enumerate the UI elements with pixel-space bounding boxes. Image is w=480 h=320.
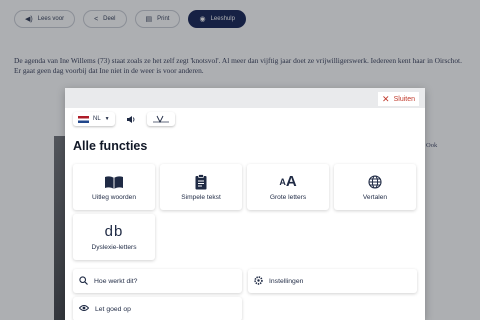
feature-label: Simpele tekst (181, 193, 221, 201)
eye-icon (78, 304, 90, 314)
close-label: Sluiten (393, 95, 415, 103)
pay-attention-button[interactable]: Let goed op (73, 297, 242, 320)
gear-icon (254, 275, 263, 287)
reading-aid-modal: ✕ Sluiten NL ▼ Alle functies Uitleg woor… (65, 88, 425, 320)
language-select[interactable]: NL ▼ (73, 112, 115, 126)
settings-button[interactable]: Instellingen (248, 269, 417, 293)
feature-label: Grote letters (269, 193, 307, 201)
font-size-icon: AA (279, 173, 297, 190)
globe-icon (368, 174, 382, 190)
modal-header-bar (65, 88, 425, 108)
modal-title: Alle functies (73, 139, 148, 153)
feature-label: Dyslexie-letters (91, 243, 137, 251)
feature-tile-simple-text[interactable]: Simpele tekst (160, 164, 242, 210)
pay-attention-label: Let goed op (95, 305, 131, 313)
close-button[interactable]: ✕ Sluiten (378, 92, 419, 106)
how-it-works-button[interactable]: Hoe werkt dit? (73, 269, 242, 293)
language-code: NL (93, 116, 101, 122)
feature-tile-dyslexia-letters[interactable]: db Dyslexie-letters (73, 214, 155, 260)
speaker-button[interactable] (120, 112, 141, 126)
speaker-icon (126, 115, 135, 123)
dyslexia-font-icon: db (104, 223, 124, 240)
language-toolbar: NL ▼ (73, 112, 175, 126)
feature-label: Vertalen (362, 193, 388, 201)
close-icon: ✕ (382, 93, 390, 104)
feature-tile-explain-words[interactable]: Uitleg woorden (73, 164, 155, 210)
settings-label: Instellingen (269, 277, 304, 285)
speed-icon (152, 115, 169, 123)
dyslexia-glyph: db (104, 223, 124, 240)
search-icon (79, 275, 88, 287)
how-it-works-label: Hoe werkt dit? (94, 277, 138, 285)
feature-label: Uitleg woorden (92, 193, 136, 201)
reading-speed-button[interactable] (146, 112, 175, 126)
feature-tile-large-letters[interactable]: AA Grote letters (247, 164, 329, 210)
feature-tile-translate[interactable]: Vertalen (334, 164, 416, 210)
chevron-down-icon: ▼ (104, 116, 110, 122)
clipboard-icon (195, 173, 207, 190)
dutch-flag-icon (78, 115, 89, 123)
book-icon (104, 174, 124, 190)
